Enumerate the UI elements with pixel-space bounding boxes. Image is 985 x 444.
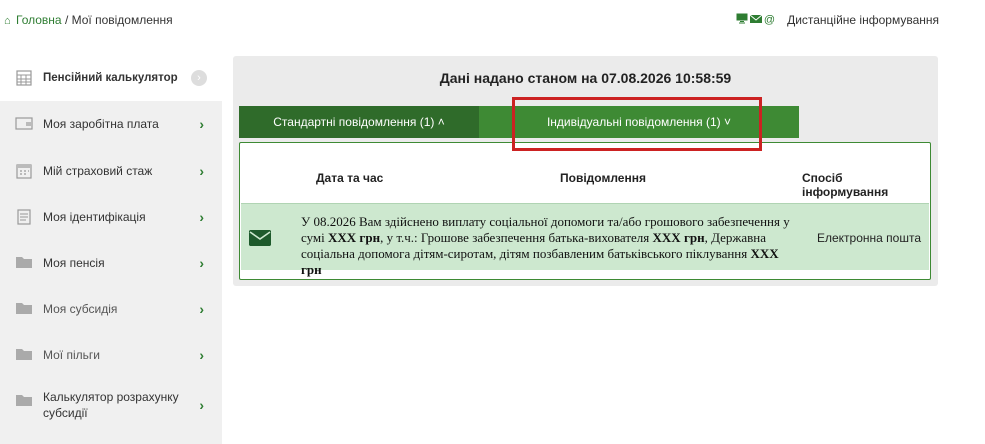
- breadcrumb: ⌂ Головна / Мої повідомлення: [4, 13, 173, 27]
- chevron-right-icon: ›: [199, 209, 204, 225]
- tab-standard-messages[interactable]: Стандартні повідомлення (1) ˄: [239, 106, 479, 138]
- chevron-right-icon: ›: [199, 163, 204, 179]
- sidebar-item-label: Моя заробітна плата: [43, 117, 159, 131]
- top-bar: ⌂ Головна / Мої повідомлення @ Дистанцій…: [0, 0, 985, 40]
- breadcrumb-separator: /: [64, 13, 72, 27]
- chevron-right-icon: ›: [199, 116, 204, 132]
- column-header-date: Дата та час: [316, 171, 384, 185]
- chevron-right-icon: ›: [199, 301, 204, 317]
- sidebar-item-subsidy-calculator[interactable]: Калькулятор розрахунку субсидії ›: [0, 379, 222, 431]
- sidebar-item-subsidy[interactable]: Моя субсидія ›: [0, 286, 222, 332]
- sidebar-item-label: Моя субсидія: [43, 302, 118, 316]
- sidebar-item-identification[interactable]: Моя ідентифікація ›: [0, 194, 222, 240]
- messages-table: Дата та час Повідомлення Спосіб інформув…: [239, 142, 931, 280]
- sidebar-item-pension-calculator[interactable]: Пенсійний калькулятор ›: [0, 55, 222, 101]
- column-header-method: Спосіб інформування: [802, 171, 889, 199]
- messages-panel: Дані надано станом на 07.08.2026 10:58:5…: [233, 56, 938, 286]
- notification-method: Електронна пошта: [816, 231, 921, 245]
- envelope-icon: [249, 230, 271, 246]
- sidebar-item-label: Калькулятор розрахунку субсидії: [43, 390, 179, 420]
- at-icon: @: [763, 14, 776, 26]
- sidebar-item-insurance-experience[interactable]: Мій страховий стаж ›: [0, 148, 222, 194]
- page-title: Дані надано станом на 07.08.2026 10:58:5…: [439, 70, 732, 86]
- remote-notification-label: Дистанційне інформування: [787, 13, 939, 27]
- breadcrumb-current: Мої повідомлення: [71, 13, 173, 27]
- breadcrumb-home-link[interactable]: Головна: [16, 13, 62, 27]
- folder-icon: [15, 347, 33, 363]
- calendar-icon: [15, 163, 33, 179]
- sidebar-item-label: Моя ідентифікація: [43, 210, 146, 224]
- sidebar-item-label: Моя пенсія: [43, 256, 105, 270]
- wallet-icon: [15, 116, 33, 132]
- folder-icon: [15, 255, 33, 271]
- chevron-right-icon: ›: [199, 397, 204, 413]
- chevron-right-icon: ›: [191, 70, 207, 86]
- highlight-box: [512, 97, 762, 151]
- chevron-right-icon: ›: [199, 255, 204, 271]
- chevron-right-icon: ›: [199, 347, 204, 363]
- sidebar-item-label: Пенсійний калькулятор: [43, 72, 178, 84]
- home-icon[interactable]: ⌂: [4, 15, 11, 27]
- sidebar-item-label: Мій страховий стаж: [43, 164, 153, 178]
- sidebar-item-pension[interactable]: Моя пенсія ›: [0, 240, 222, 286]
- document-icon: [15, 209, 33, 225]
- sidebar-item-label: Мої пільги: [43, 348, 100, 362]
- sidebar-item-benefits[interactable]: Мої пільги ›: [0, 332, 222, 378]
- sidebar: Пенсійний калькулятор › Моя заробітна пл…: [0, 55, 222, 444]
- envelope-icon: [749, 14, 763, 27]
- remote-notification-link[interactable]: @ Дистанційне інформування: [736, 13, 939, 27]
- column-header-message: Повідомлення: [560, 171, 646, 185]
- sidebar-item-salary[interactable]: Моя заробітна плата ›: [0, 101, 222, 147]
- folder-icon: [15, 393, 33, 409]
- message-text: У 08.2026 Вам здійснено виплату соціальн…: [301, 214, 790, 277]
- table-row[interactable]: У 08.2026 Вам здійснено виплату соціальн…: [241, 203, 929, 277]
- monitor-icon: [736, 13, 748, 27]
- calculator-icon: [15, 70, 33, 86]
- folder-icon: [15, 301, 33, 317]
